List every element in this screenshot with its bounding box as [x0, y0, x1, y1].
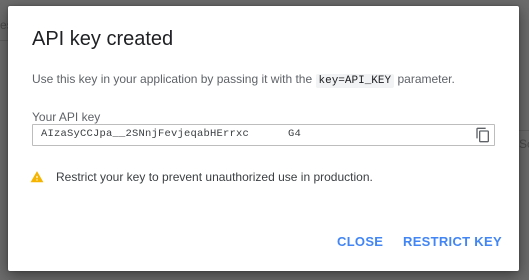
dialog-title: API key created [32, 28, 174, 50]
api-key-value[interactable]: AIzaSyCCJpa__2SNnjFevjeqabHErrxc G4 [41, 128, 301, 140]
warning-icon [30, 170, 44, 184]
api-key-created-dialog: API key created Use this key in your app… [8, 6, 519, 271]
description-text: Use this key in your application by pass… [32, 72, 313, 86]
dialog-description: Use this key in your application by pass… [32, 72, 455, 88]
restrict-key-button[interactable]: RESTRICT KEY [403, 234, 502, 249]
close-button[interactable]: CLOSE [337, 234, 383, 249]
copy-icon[interactable] [475, 127, 491, 143]
warning-text: Restrict your key to prevent unauthorize… [56, 170, 373, 184]
background-divider [0, 40, 8, 41]
background-divider [519, 130, 529, 131]
background-text-fragment: Sc [519, 137, 529, 151]
api-key-field[interactable]: AIzaSyCCJpa__2SNnjFevjeqabHErrxc G4 [32, 124, 495, 146]
description-text-suffix: parameter. [397, 72, 455, 86]
api-key-label: Your API key [32, 110, 101, 124]
warning-message: Restrict your key to prevent unauthorize… [30, 170, 373, 184]
description-code: key=API_KEY [315, 74, 395, 88]
